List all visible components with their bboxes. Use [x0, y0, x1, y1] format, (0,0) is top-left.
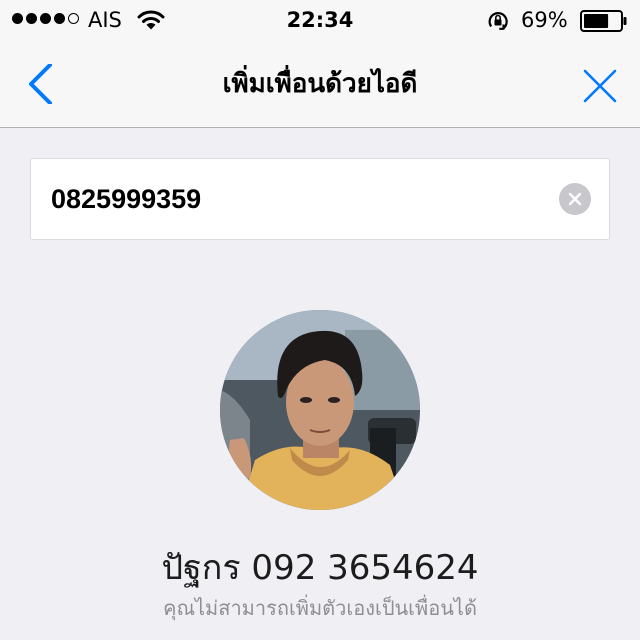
- clear-button[interactable]: [559, 183, 591, 215]
- avatar: [220, 310, 420, 510]
- clear-circle-icon: [568, 192, 582, 206]
- navigation-bar: เพิ่มเพื่อนด้วยไอดี: [0, 40, 640, 128]
- close-icon: [583, 69, 617, 103]
- status-bar: AIS 22:34 69%: [0, 0, 640, 40]
- orientation-lock-icon: [486, 9, 510, 37]
- result-name: ปัฐกร 092 3654624: [161, 548, 479, 588]
- search-input[interactable]: [51, 177, 531, 221]
- page-title: เพิ่มเพื่อนด้วยไอดี: [222, 69, 418, 99]
- search-field: [30, 158, 610, 240]
- close-button[interactable]: [580, 66, 620, 106]
- battery-percentage: 69%: [521, 8, 568, 32]
- result-note: คุณไม่สามารถเพิ่มตัวเองเป็นเพื่อนได้: [163, 596, 477, 620]
- battery-icon: [580, 10, 628, 36]
